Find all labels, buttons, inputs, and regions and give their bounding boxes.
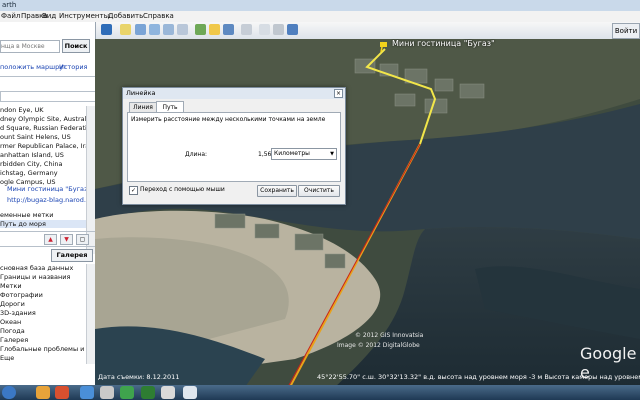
layer-item[interactable]: Океан [0,318,21,326]
route-link[interactable]: положить маршрут [0,63,67,71]
ruler-dialog: Линейка × Линия Путь Измерить расстояние… [122,87,346,205]
layer-item[interactable]: Галерея [0,336,28,344]
folder-icon[interactable] [100,386,114,399]
layer-item[interactable]: Еще [0,354,14,362]
layer-item[interactable]: сновная база данных [0,264,73,272]
place-item[interactable]: ichstag, Germany [0,169,58,177]
layer-item[interactable]: Фотографии [0,291,43,299]
saved-hotel-link[interactable]: Мини гостиница "Бугаз" [7,185,90,193]
cursor-coordinates: 45°22'55.70" с.ш. 30°32'13.32" в.д. высо… [317,373,640,381]
layer-item[interactable]: Метки [0,282,22,290]
place-item[interactable]: dney Olympic Site, Australia [0,115,92,123]
start-icon[interactable] [2,386,16,399]
place-item[interactable]: rmer Republican Palace, Iraq [0,142,93,150]
temporary-places-label[interactable]: еменные метки [0,211,53,219]
media-icon[interactable] [141,386,155,399]
place-item[interactable]: anhattan Island, US [0,151,64,159]
search-input[interactable]: нща в Москве [0,40,60,53]
close-icon[interactable]: × [334,89,343,98]
add-path-icon[interactable] [149,24,160,35]
print-icon[interactable] [273,24,284,35]
menu-tools[interactable]: Инструменты [59,12,109,20]
image-overlay-icon[interactable] [163,24,174,35]
map-copyright: © 2012 GIS Innovatsia [355,332,424,339]
toolbar: Войти [95,22,640,40]
layer-item[interactable]: Погода [0,327,25,335]
mouse-nav-label: Переход с помощью мыши [140,186,225,193]
places-filter[interactable] [0,91,95,102]
saved-site-link[interactable]: http://bugaz-blag.narod.ru/ [7,196,95,204]
window-titlebar: arth [0,0,640,11]
place-item[interactable]: d Square, Russian Federation [0,124,95,132]
length-value: 1,56 [258,151,272,158]
sidebar-toggle-icon[interactable] [101,24,112,35]
add-polygon-icon[interactable] [135,24,146,35]
move-down-icon[interactable]: ▼ [60,234,73,245]
menu-view[interactable]: Вид [42,12,56,20]
skype-icon[interactable] [120,386,134,399]
google-earth-icon[interactable] [161,386,175,399]
history-link[interactable]: История [59,63,87,71]
layer-item[interactable]: Границы и названия [0,273,70,281]
sidebar: нща в Москве Поиск положить маршрут Исто… [0,22,96,387]
layer-item[interactable]: 3D-здания [0,309,36,317]
layers-scrollbar[interactable] [86,264,95,364]
view-in-maps-icon[interactable] [287,24,298,35]
sidebar-divider [0,76,95,77]
signin-button[interactable]: Войти [612,23,640,39]
place-item[interactable]: ndon Eye, UK [0,106,44,114]
planets-icon[interactable] [223,24,234,35]
ie-icon[interactable] [80,386,94,399]
place-item[interactable]: rbidden City, China [0,160,62,168]
gallery-button[interactable]: Галерея [51,249,93,262]
ruler-titlebar[interactable]: Линейка × [123,88,345,99]
ruler-title: Линейка [126,89,156,97]
search-button[interactable]: Поиск [62,39,90,53]
ruler-description: Измерить расстояние между несколькими то… [131,116,326,123]
place-item[interactable]: ount Saint Helens, US [0,133,71,141]
move-up-icon[interactable]: ▲ [44,234,57,245]
path-item[interactable]: Путь до моря [0,220,95,228]
placemark-label[interactable]: Мини гостиница "Бугаз" [392,39,495,48]
sidebar-divider [0,231,95,232]
firefox-icon[interactable] [55,386,69,399]
map-copyright-2: Image © 2012 DigitalGlobe [337,342,420,349]
layer-item[interactable]: Глобальные проблемы и ку [0,345,94,353]
ruler-icon[interactable] [241,24,252,35]
unit-select-value: Километры [274,150,310,157]
explorer-icon[interactable] [36,386,50,399]
add-placemark-icon[interactable] [120,24,131,35]
email-icon[interactable] [259,24,270,35]
layers-view-icon[interactable]: ▢ [76,234,89,245]
sunlight-icon[interactable] [209,24,220,35]
chevron-down-icon: ▼ [330,151,334,157]
taskbar [0,385,640,400]
status-bar: Дата съемки: 8.12.2011 45°22'55.70" с.ш.… [95,370,640,384]
menu-add[interactable]: Добавить [108,12,143,20]
ruler-panel: Измерить расстояние между несколькими то… [127,112,341,182]
clear-button[interactable]: Очистить [298,185,340,197]
layer-item[interactable]: Дороги [0,300,25,308]
ruler-app-icon[interactable] [183,386,197,399]
record-tour-icon[interactable] [177,24,188,35]
historical-imagery-icon[interactable] [195,24,206,35]
length-label: Длина: [185,151,208,158]
imagery-date: Дата съемки: 8.12.2011 [98,373,180,381]
window-title: arth [2,1,17,9]
unit-select[interactable]: Километры ▼ [271,148,337,160]
mouse-nav-checkbox[interactable]: ✓ [129,186,138,195]
menu-file[interactable]: Файл [1,12,20,20]
sidebar-divider [0,246,95,247]
save-button[interactable]: Сохранить [257,185,297,197]
menu-help[interactable]: Справка [143,12,174,20]
